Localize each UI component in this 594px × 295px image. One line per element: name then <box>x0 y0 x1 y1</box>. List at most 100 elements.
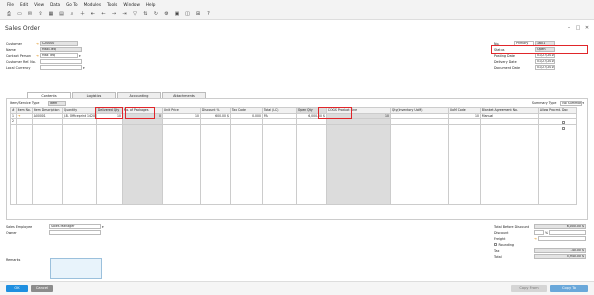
sales-order-form: Customer ➜ C20000 Name Maxi-Teq Contact … <box>0 35 594 281</box>
document-date-field[interactable]: 01/27/2016 <box>535 65 555 70</box>
toolbar: ⎙ ▭ ✉ ⇪ ▦ ▤ ⌕ ＋ ⇤ ← → ⇥ ▽ ⇅ ↻ ⚙ ▣ ◫ ⊞ ? <box>0 9 594 20</box>
menu-modules[interactable]: Modules <box>84 2 101 7</box>
window-title: Sales Order <box>5 25 40 32</box>
link-arrow-icon[interactable]: ➜ <box>36 54 39 58</box>
link-arrow-icon[interactable]: ➜ <box>18 114 21 118</box>
summary-type-label: Summary Type <box>531 101 557 106</box>
menu-goto[interactable]: Go To <box>66 2 78 7</box>
maximize-icon[interactable]: □ <box>575 25 581 31</box>
summary-type-field[interactable]: No Summary <box>560 101 583 106</box>
preview-icon[interactable]: ▭ <box>16 11 24 18</box>
total-label: Total <box>494 254 502 259</box>
refresh-icon[interactable]: ↻ <box>152 11 160 18</box>
rounding-label: Rounding <box>498 242 515 247</box>
owner-row: Owner <box>6 230 104 235</box>
freight-label: Freight <box>494 236 506 241</box>
allow-procmt-checkbox[interactable] <box>562 121 565 124</box>
summary-type: Summary Type No Summary ▾ <box>532 101 584 106</box>
currency-label: Local Currency <box>6 65 31 70</box>
custref-row: Customer Ref. No. <box>6 59 82 64</box>
currency-field[interactable] <box>40 65 82 70</box>
filter-icon[interactable]: ▽ <box>131 11 139 18</box>
owner-field[interactable] <box>49 230 101 235</box>
table-row <box>10 123 577 205</box>
dropdown-chevron-icon[interactable]: ▾ <box>83 66 85 70</box>
status-highlight <box>491 45 588 54</box>
delivered-qty-highlight <box>125 107 155 119</box>
currency-row: Local Currency ▾ <box>6 65 85 70</box>
discount-pct-field[interactable] <box>534 230 544 235</box>
footer-bar: OK Cancel Copy From Copy To <box>0 281 594 295</box>
freight-field[interactable] <box>537 236 586 241</box>
discount-label: Discount <box>494 230 509 235</box>
last-record-icon[interactable]: ⇥ <box>121 11 129 18</box>
bottom-left-fields: Sales Employee Sales Manager ▾ Owner <box>6 224 104 236</box>
dropdown-chevron-icon[interactable]: ▾ <box>102 225 104 229</box>
minimize-icon[interactable]: – <box>566 25 572 31</box>
cancel-button[interactable]: Cancel <box>31 285 53 292</box>
menu-help[interactable]: Help <box>146 2 156 7</box>
name-label: Name <box>6 47 16 52</box>
word-icon[interactable]: ▤ <box>58 11 66 18</box>
find-icon[interactable]: ⌕ <box>68 11 76 18</box>
sales-employee-field[interactable]: Sales Manager <box>49 224 101 229</box>
dropdown-chevron-icon[interactable]: ▾ <box>582 101 584 105</box>
sort-icon[interactable]: ⇅ <box>142 11 150 18</box>
relationship-map-icon[interactable]: ⊞ <box>194 11 202 18</box>
first-record-icon[interactable]: ⇤ <box>89 11 97 18</box>
open-qty-highlight <box>318 107 352 119</box>
gross-profit-icon[interactable]: ◫ <box>184 11 192 18</box>
col-header[interactable]: Item No. <box>15 107 33 114</box>
settings-icon[interactable]: ⚙ <box>163 11 171 18</box>
document-date-row: Document Date 01/27/2016 <box>494 65 555 70</box>
delivery-label: Delivery Date <box>494 59 517 64</box>
add-icon[interactable]: ＋ <box>79 11 87 18</box>
menu-tools[interactable]: Tools <box>107 2 117 7</box>
export-icon[interactable]: ⇪ <box>37 11 45 18</box>
menu-view[interactable]: View <box>34 2 44 7</box>
discount-field[interactable] <box>549 230 586 235</box>
discount-pct-sign: % <box>545 230 549 235</box>
allow-procmt-checkbox[interactable] <box>562 126 565 130</box>
tax-row: Tax -40.00 $ <box>494 248 586 253</box>
customer-label: Customer <box>6 41 23 46</box>
contact-field[interactable]: Max Teq <box>39 53 78 58</box>
delivery-field[interactable]: 01/27/2016 <box>535 59 555 64</box>
help-icon[interactable]: ? <box>205 11 213 18</box>
col-header[interactable]: Item Description <box>31 107 63 114</box>
customer-field[interactable]: C20000 <box>39 41 78 46</box>
menu-edit[interactable]: Edit <box>20 2 28 7</box>
menu-window[interactable]: Window <box>123 2 140 7</box>
tax-label: Tax <box>494 248 500 253</box>
link-arrow-icon[interactable]: ➜ <box>534 237 537 241</box>
items-table: # Item No. Item Description Quantity Del… <box>10 107 577 205</box>
close-icon[interactable]: ✕ <box>584 25 590 31</box>
print-icon[interactable]: ⎙ <box>5 11 13 18</box>
rounding-checkbox[interactable] <box>494 243 497 246</box>
ok-button[interactable]: OK <box>6 285 28 292</box>
custref-field[interactable] <box>40 59 82 64</box>
previous-record-icon[interactable]: ← <box>100 11 108 18</box>
freight-row: Freight ➜ <box>494 236 586 241</box>
customer-row: Customer ➜ C20000 <box>6 41 78 46</box>
copy-from-button[interactable]: Copy From <box>511 285 547 292</box>
layout-icon[interactable]: ▣ <box>173 11 181 18</box>
custref-label: Customer Ref. No. <box>6 59 36 64</box>
menu-data[interactable]: Data <box>50 2 60 7</box>
contact-label: Contact Person <box>6 53 31 58</box>
item-service-type-label: Item/Service Type <box>10 101 40 106</box>
name-field[interactable]: Maxi-Teq <box>40 47 82 52</box>
item-service-type-field[interactable]: Item <box>48 101 66 106</box>
total-before-discount-row: Total Before Discount 6,000.00 $ <box>494 224 586 229</box>
dropdown-chevron-icon[interactable]: ▾ <box>79 54 81 58</box>
total-field: 5,940.00 $ <box>534 254 586 259</box>
remarks-textarea[interactable] <box>50 258 102 279</box>
excel-icon[interactable]: ▦ <box>47 11 55 18</box>
link-arrow-icon[interactable]: ➜ <box>36 42 39 46</box>
table-cell[interactable]: J.B. Officeprint 1420 <box>61 112 97 119</box>
copy-to-button[interactable]: Copy To <box>550 285 588 292</box>
document-date-label: Document Date <box>494 65 521 70</box>
next-record-icon[interactable]: → <box>110 11 118 18</box>
menu-file[interactable]: File <box>7 2 14 7</box>
email-icon[interactable]: ✉ <box>26 11 34 18</box>
